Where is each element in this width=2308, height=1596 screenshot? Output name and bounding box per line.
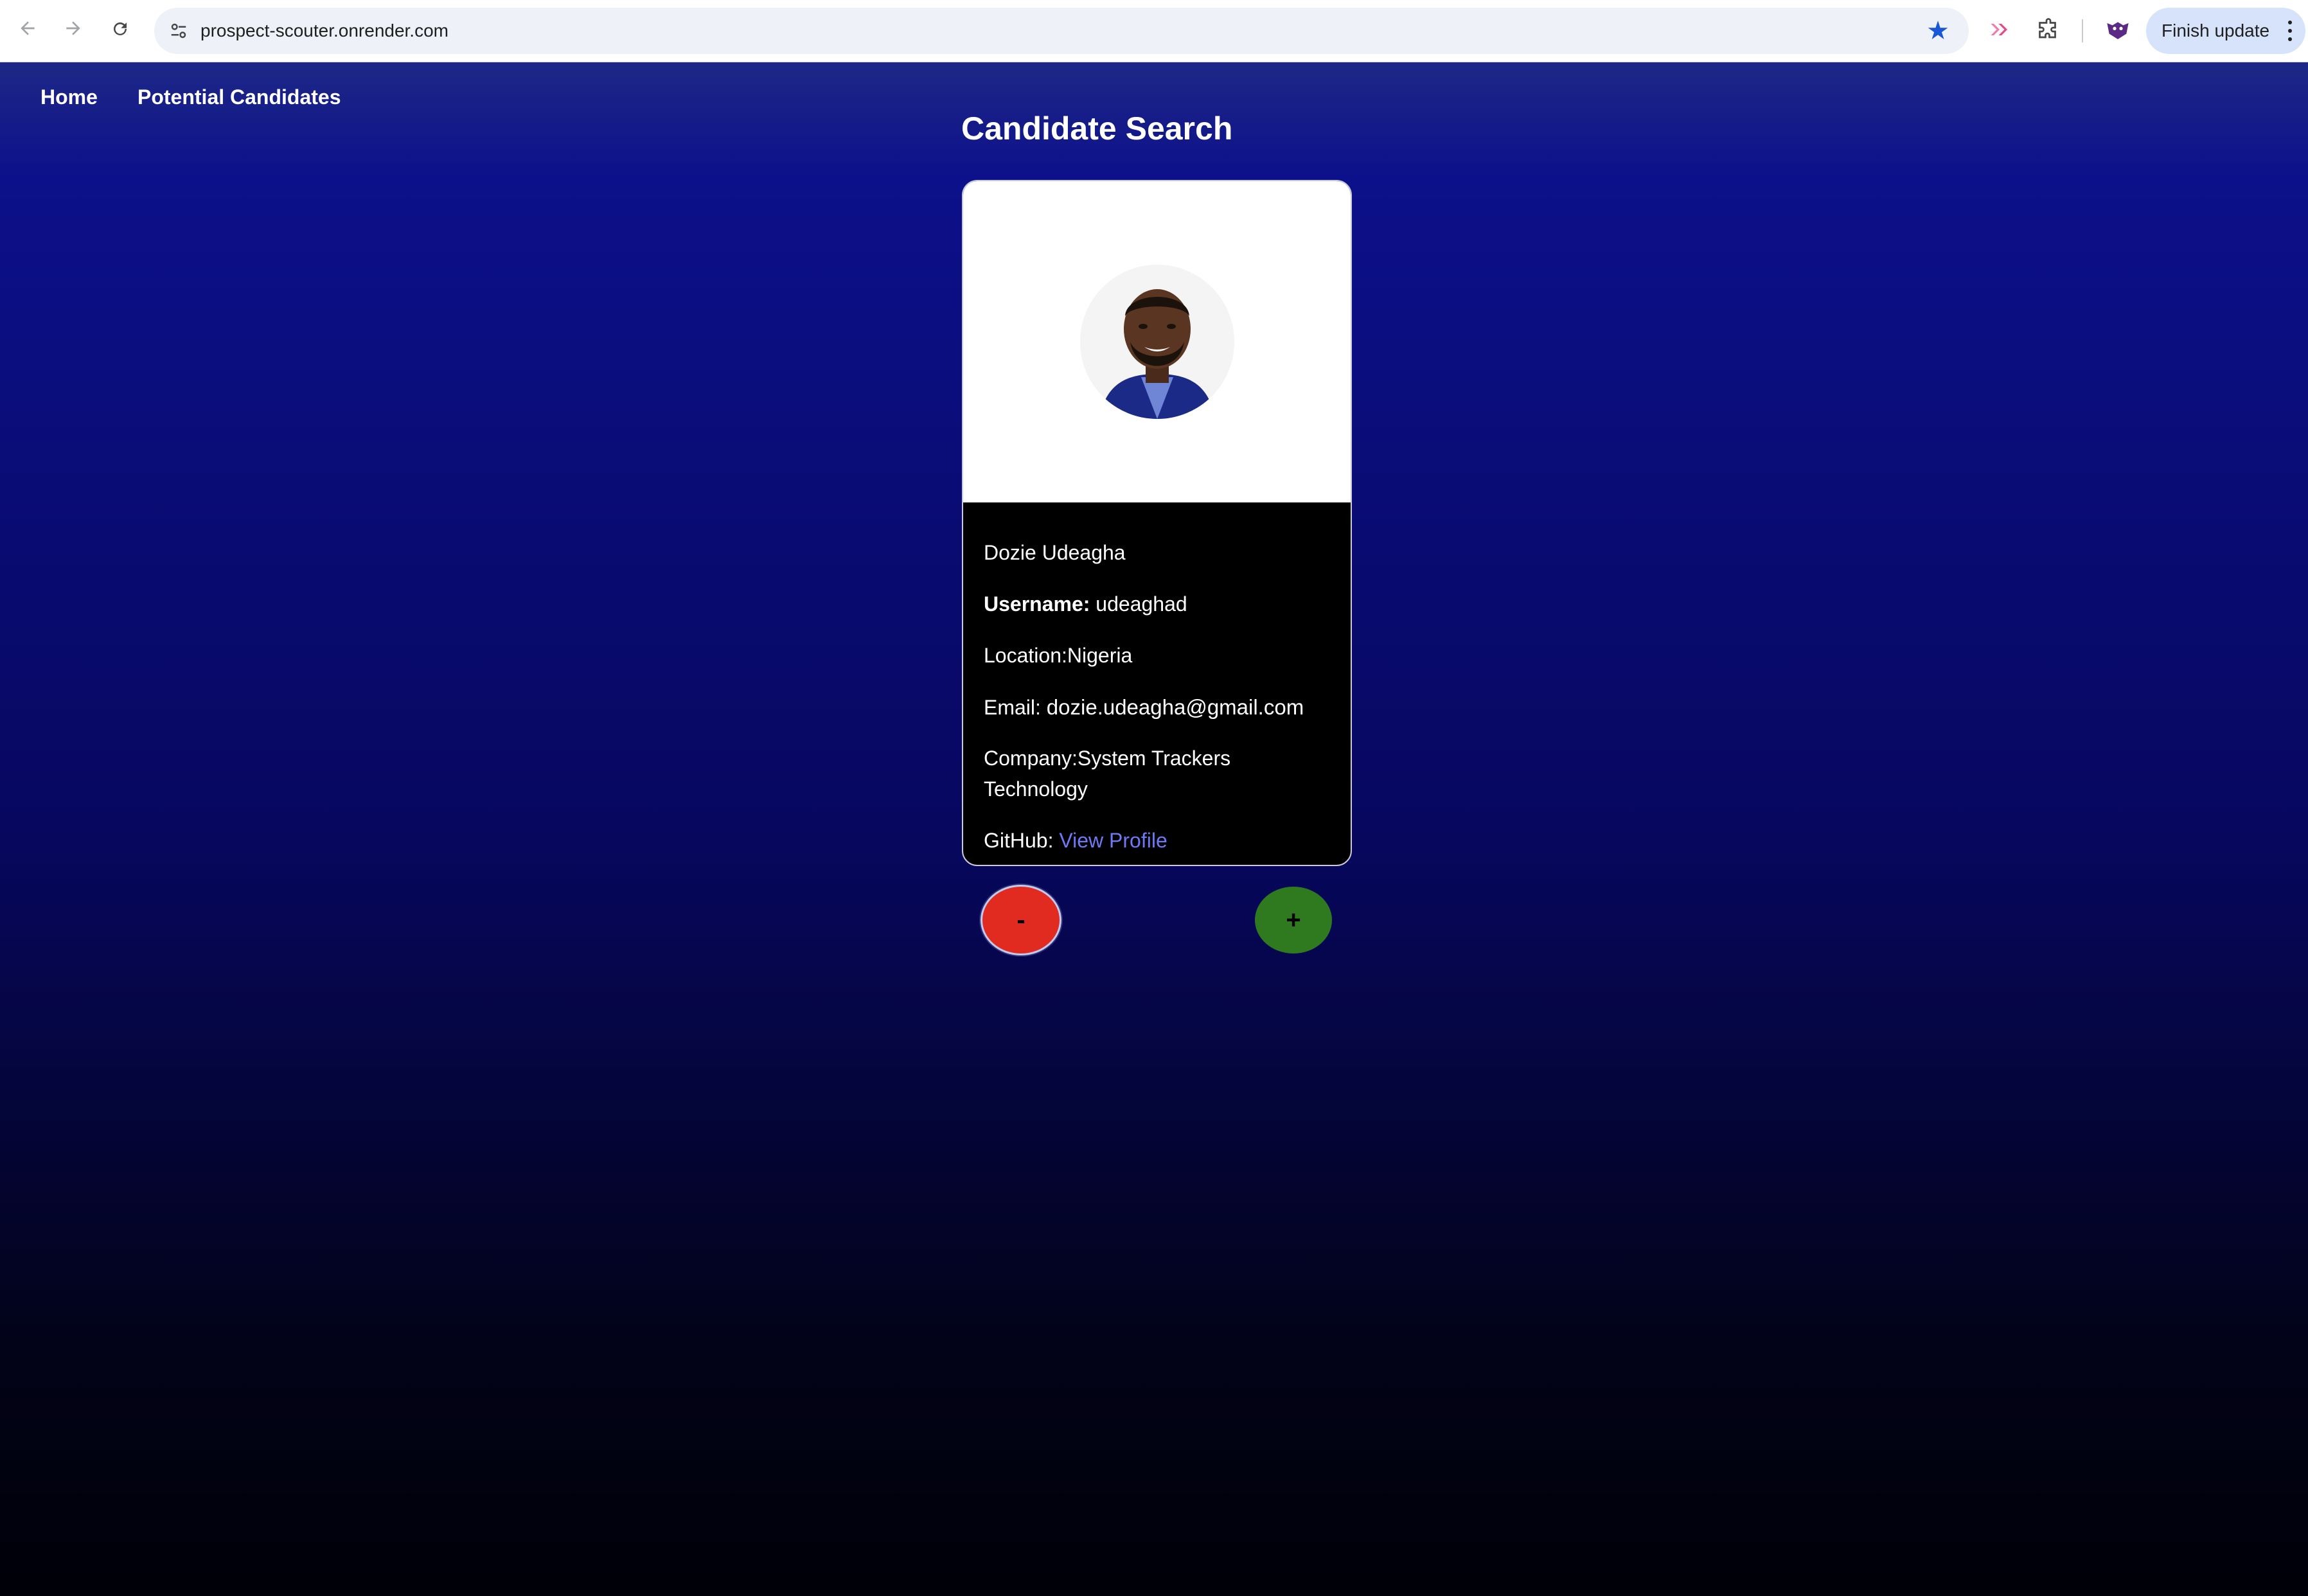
reject-candidate-button[interactable]: - <box>981 885 1061 955</box>
candidate-company-line-2: Technology <box>984 777 1088 801</box>
page-title: Candidate Search <box>961 111 1233 146</box>
back-button[interactable] <box>11 14 44 48</box>
extension-button[interactable] <box>1983 14 2016 48</box>
address-bar[interactable]: prospect-scouter.onrender.com ★ <box>154 8 1969 54</box>
accept-candidate-button[interactable]: + <box>1255 887 1332 953</box>
candidate-location: Location:Nigeria <box>984 644 1133 667</box>
candidate-card: Dozie Udeagha Username: udeaghad Locatio… <box>962 180 1352 866</box>
finish-update-button[interactable]: Finish update <box>2146 8 2305 54</box>
puzzle-icon <box>2037 17 2060 44</box>
candidate-github-row: GitHub: View Profile <box>984 829 1167 853</box>
toolbar-divider <box>2082 19 2083 42</box>
forward-button[interactable] <box>57 14 90 48</box>
candidate-username-row: Username: udeaghad <box>984 592 1187 616</box>
star-icon[interactable]: ★ <box>1926 13 1949 49</box>
page-content: Home Potential Candidates Candidate Sear… <box>0 62 2308 1596</box>
email-value: dozie.udeagha@gmail.com <box>1046 695 1304 719</box>
github-profile-link[interactable]: View Profile <box>1059 829 1167 852</box>
github-label: GitHub: <box>984 829 1054 852</box>
candidate-avatar <box>1080 265 1234 419</box>
url-text[interactable]: prospect-scouter.onrender.com <box>200 8 448 54</box>
browser-toolbar: prospect-scouter.onrender.com ★ Finish u… <box>0 0 2308 62</box>
reload-icon <box>111 17 130 44</box>
email-label: Email: <box>984 696 1041 719</box>
username-value: udeaghad <box>1096 592 1187 616</box>
nav-link-home[interactable]: Home <box>40 85 98 109</box>
nav-link-potential-candidates[interactable]: Potential Candidates <box>138 85 341 109</box>
tune-icon[interactable] <box>166 18 191 44</box>
reload-button[interactable] <box>103 14 137 48</box>
arrow-left-icon <box>17 17 38 44</box>
send-arrow-icon <box>1988 18 2011 44</box>
username-label: Username: <box>984 592 1090 616</box>
profile-button[interactable] <box>2101 14 2135 48</box>
extensions-button[interactable] <box>2032 14 2065 48</box>
candidate-name: Dozie Udeagha <box>984 541 1126 564</box>
card-image-area <box>963 181 1351 502</box>
candidate-company-line-1: Company:System Trackers <box>984 747 1231 770</box>
finish-update-label: Finish update <box>2162 21 2270 40</box>
candidate-email-row: Email: dozie.udeagha@gmail.com <box>984 695 1304 720</box>
kebab-menu-icon <box>2287 21 2293 41</box>
profile-avatar-icon <box>2105 17 2131 46</box>
arrow-right-icon <box>63 17 84 44</box>
